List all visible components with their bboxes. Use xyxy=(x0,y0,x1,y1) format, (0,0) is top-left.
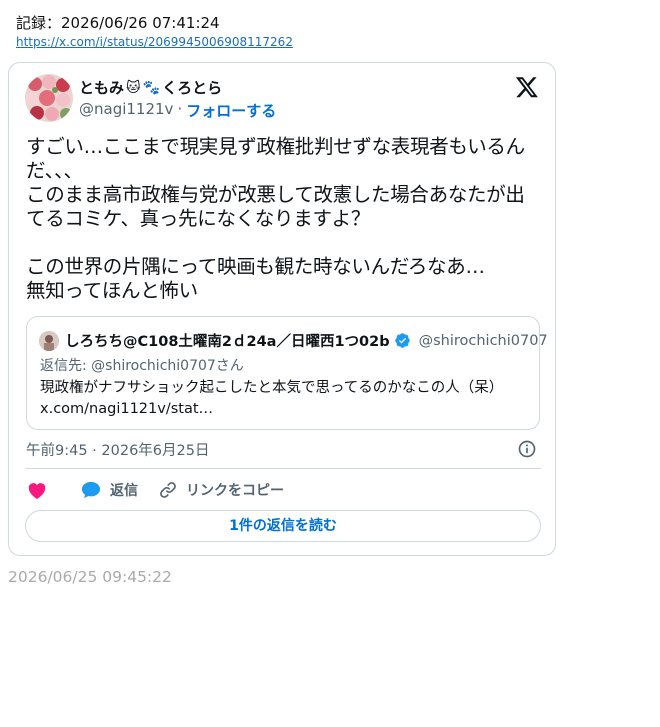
quote-author: しろちち@C108土曜南2ｄ24a／日曜西1つ02b @shirochichi0… xyxy=(65,330,548,351)
link-icon xyxy=(160,482,176,498)
record-url-link[interactable]: https://x.com/i/status/20699450069081172… xyxy=(16,35,293,49)
follow-button[interactable]: フォローする xyxy=(186,100,276,121)
tweet-card: ともみ 🐱 🐾 くろとら @nagi1121v · フォローする すごい…ここま… xyxy=(8,62,556,556)
separator-dot: · xyxy=(177,100,183,118)
reply-button[interactable]: 返信 xyxy=(80,480,138,500)
x-logo-icon[interactable] xyxy=(515,75,539,99)
author-name-text: ともみ xyxy=(79,79,125,97)
reply-label: 返信 xyxy=(110,483,138,499)
quote-avatar xyxy=(39,331,59,351)
paw-prints-icon: 🐾 xyxy=(142,79,161,96)
record-timestamp: 記録：2026/06/26 07:41:24 xyxy=(16,14,220,32)
handle-row: @nagi1121v · フォローする xyxy=(79,100,276,121)
tweet-timestamp[interactable]: 午前9:45 · 2026年6月25日 xyxy=(26,439,209,460)
heart-icon xyxy=(28,483,46,500)
quote-body: 現政権がナフサショック起こしたと本気で思ってるのかなこの人（呆）x.com/na… xyxy=(40,380,504,417)
quote-author-handle: @shirochichi0707 xyxy=(418,332,548,349)
info-icon[interactable] xyxy=(517,439,537,459)
action-bar: 返信 リンクをコピー xyxy=(26,479,304,501)
like-button[interactable] xyxy=(26,480,48,500)
copy-link-button[interactable]: リンクをコピー xyxy=(158,480,284,500)
speech-bubble-icon xyxy=(81,481,101,499)
footer-timestamp: 2026/06/25 09:45:22 xyxy=(8,568,172,586)
divider xyxy=(25,468,541,469)
quote-author-name: しろちち@C108土曜南2ｄ24a／日曜西1つ02b xyxy=(65,334,390,350)
read-replies-button[interactable]: 1件の返信を読む xyxy=(25,510,541,542)
quote-reply-to: 返信先: @shirochichi0707さん xyxy=(40,358,244,374)
avatar[interactable] xyxy=(25,74,73,122)
author-name[interactable]: ともみ 🐱 🐾 くろとら xyxy=(79,77,222,98)
copy-link-label: リンクをコピー xyxy=(186,483,284,499)
author-name-suffix: くろとら xyxy=(162,79,223,97)
tweet-text: すごい…ここまで現実見ず政権批判せずな表現者もいるんだ、、、 このまま高市政権与… xyxy=(26,135,525,302)
verified-badge-icon xyxy=(394,333,410,348)
quoted-tweet[interactable]: しろちち@C108土曜南2ｄ24a／日曜西1つ02b @shirochichi0… xyxy=(26,316,548,430)
cat-face-icon: 🐱 xyxy=(126,79,141,96)
author-handle[interactable]: @nagi1121v xyxy=(79,100,173,121)
